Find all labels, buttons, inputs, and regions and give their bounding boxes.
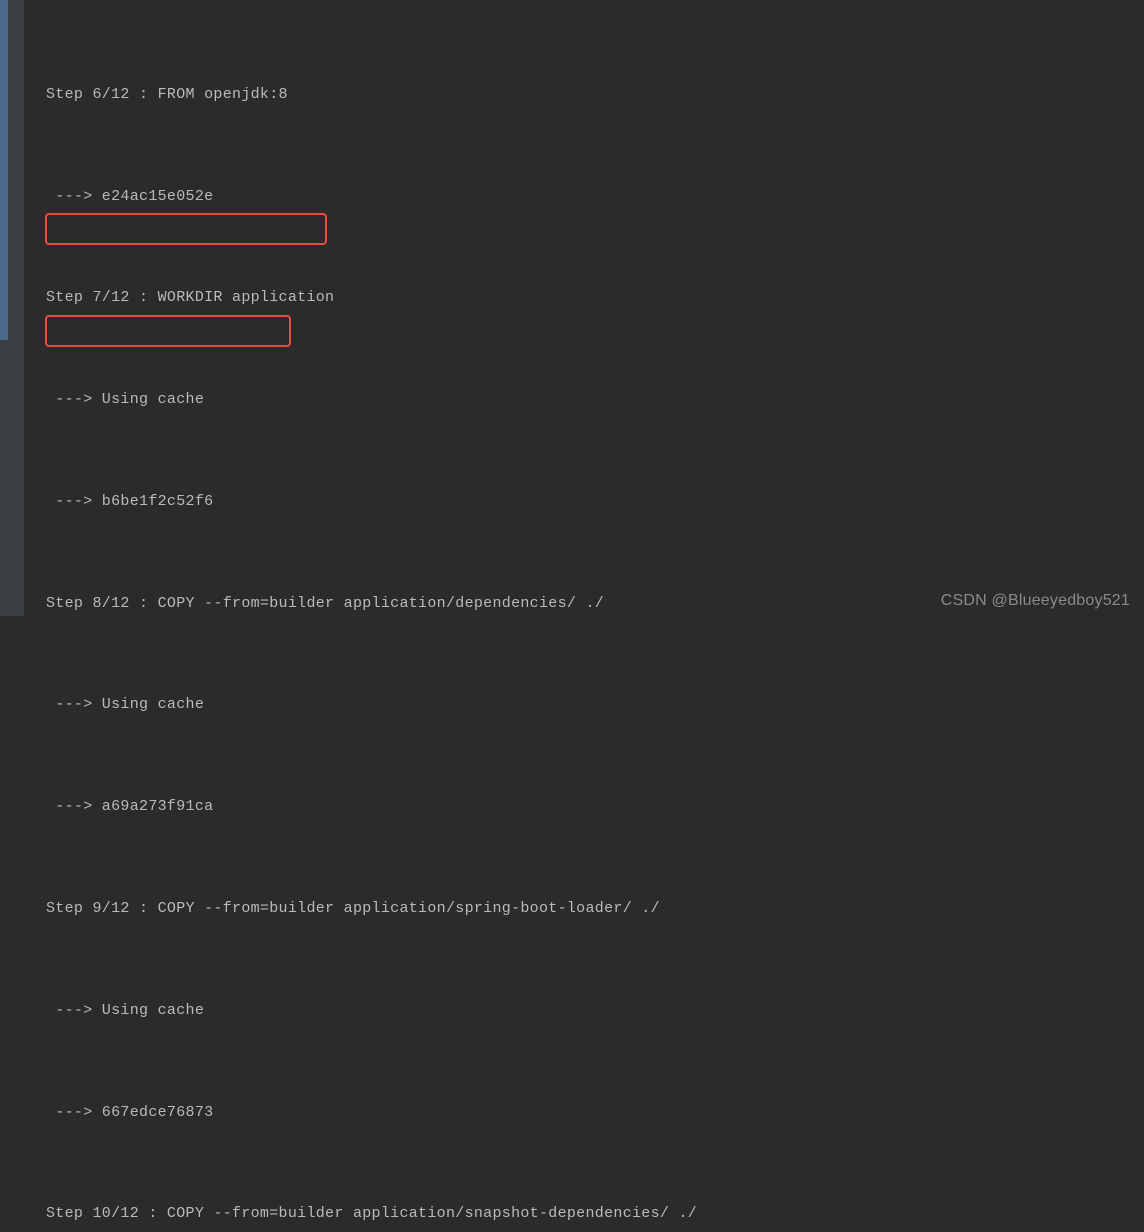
watermark-text: CSDN @Blueeyedboy521	[941, 592, 1130, 610]
terminal-line: ---> Using cache	[46, 383, 1122, 417]
terminal-line: Step 7/12 : WORKDIR application	[46, 281, 1122, 315]
terminal-line: Step 10/12 : COPY --from=builder applica…	[46, 1197, 1122, 1231]
terminal-line: Step 9/12 : COPY --from=builder applicat…	[46, 892, 1122, 926]
terminal-line: ---> e24ac15e052e	[46, 180, 1122, 214]
terminal-line: Step 6/12 : FROM openjdk:8	[46, 78, 1122, 112]
gutter-sidebar	[0, 0, 24, 616]
scroll-marker	[0, 0, 8, 340]
terminal-line: ---> Using cache	[46, 994, 1122, 1028]
terminal-line: ---> a69a273f91ca	[46, 790, 1122, 824]
terminal-line: ---> 667edce76873	[46, 1096, 1122, 1130]
terminal-line: ---> Using cache	[46, 688, 1122, 722]
terminal-output[interactable]: Step 6/12 : FROM openjdk:8 ---> e24ac15e…	[24, 0, 1144, 1232]
terminal-line: ---> b6be1f2c52f6	[46, 485, 1122, 519]
